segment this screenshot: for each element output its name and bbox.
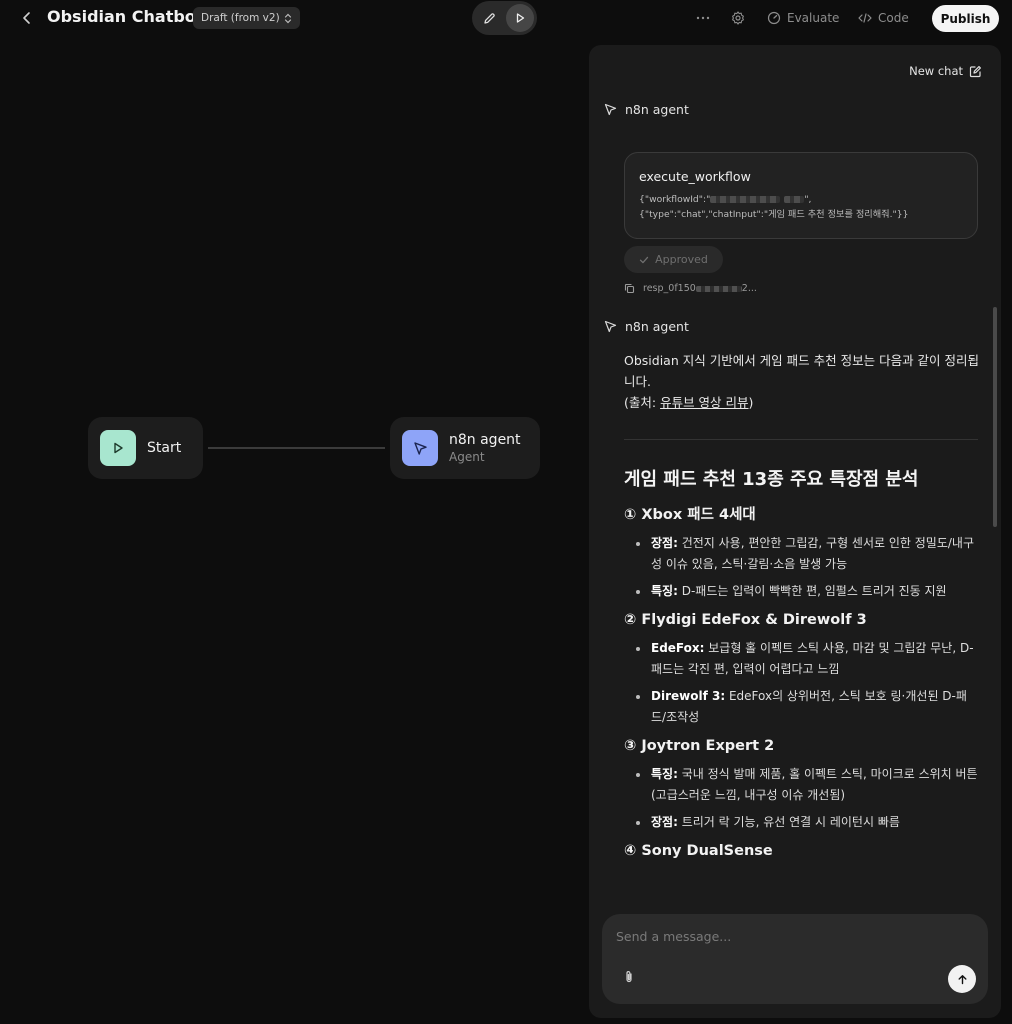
start-node-icon: [100, 430, 136, 466]
new-chat-button[interactable]: New chat: [909, 64, 982, 78]
list-item-label: 장점:: [651, 536, 678, 550]
answer-heading: 게임 패드 추천 13종 주요 특장점 분석: [624, 469, 919, 490]
agent-node[interactable]: n8n agent Agent: [390, 417, 540, 479]
answer-source: (출처: 유튜브 영상 리뷰): [624, 395, 754, 410]
attach-button[interactable]: [620, 968, 638, 986]
settings-button[interactable]: [728, 8, 748, 28]
section-heading: ③ Joytron Expert 2: [624, 738, 775, 754]
version-select[interactable]: Draft (from v2): [193, 7, 300, 29]
tool-args-line-2: {"type":"chat","chatInput":"게임 패드 추천 정보를…: [639, 209, 909, 220]
section-heading: ② Flydigi EdeFox & Direwolf 3: [624, 612, 867, 628]
code-label: Code: [878, 11, 909, 25]
list-item-text: 국내 정식 발매 제품, 홀 이펙트 스틱, 마이크로 스위치 버튼(고급스러운…: [651, 767, 978, 802]
ellipsis-icon: [696, 16, 710, 20]
version-label: Draft (from v2): [201, 12, 280, 24]
list-item: 장점: 건전지 사용, 편안한 그립감, 구형 센서로 인한 정밀도/내구성 이…: [624, 533, 980, 575]
more-button[interactable]: [693, 8, 713, 28]
code-icon: [858, 13, 872, 23]
new-chat-label: New chat: [909, 64, 963, 78]
code-button[interactable]: Code: [858, 8, 909, 28]
gear-icon: [732, 11, 744, 25]
workflow-title[interactable]: Obsidian Chatbot: [47, 7, 203, 26]
list-item-label: 특징:: [651, 767, 678, 781]
agent-message-header: n8n agent: [604, 319, 689, 334]
list-item-text: 건전지 사용, 편안한 그립감, 구형 센서로 인한 정밀도/내구성 이슈 있음…: [651, 536, 975, 571]
paperclip-icon: [626, 971, 632, 983]
run-mode-button[interactable]: [506, 4, 534, 32]
pencil-icon: [483, 12, 495, 24]
tool-args-line-1: {"workflowId":" ",: [639, 194, 812, 205]
chat-fade: [589, 890, 989, 914]
back-button[interactable]: [17, 8, 37, 28]
start-node-title: Start: [147, 440, 182, 456]
redacted-workflow-id-tail: [784, 196, 805, 203]
mode-toggle: [472, 1, 537, 35]
response-id[interactable]: resp_0f150 2...: [624, 283, 757, 294]
agent-name: n8n agent: [625, 102, 689, 117]
list-item: 장점: 트리거 락 기능, 유선 연결 시 레이턴시 빠름: [624, 812, 980, 833]
tool-call-args: {"workflowId":" ", {"type":"chat","chatIn…: [639, 192, 963, 222]
edit-mode-button[interactable]: [475, 4, 503, 32]
list-item: 특징: 국내 정식 발매 제품, 홀 이펙트 스틱, 마이크로 스위치 버튼(고…: [624, 764, 980, 806]
answer-intro: Obsidian 지식 기반에서 게임 패드 추천 정보는 다음과 같이 정리됩…: [624, 350, 980, 413]
agent-node-subtitle: Agent: [449, 450, 485, 464]
cursor-arrow-icon: [604, 320, 617, 333]
agent-message-header: n8n agent: [604, 102, 689, 117]
agent-name: n8n agent: [625, 319, 689, 334]
chevron-updown-icon: [284, 13, 291, 23]
chat-scrollbar[interactable]: [993, 307, 997, 527]
gauge-icon: [767, 11, 781, 25]
chevron-left-icon: [23, 12, 30, 24]
send-button[interactable]: [948, 965, 976, 993]
list-item: Direwolf 3: EdeFox의 상위버전, 스틱 보호 링·개선된 D-…: [624, 686, 980, 728]
start-node[interactable]: Start: [88, 417, 203, 479]
tool-call-card[interactable]: execute_workflow {"workflowId":" ", {"typ…: [624, 152, 978, 239]
tool-call-name: execute_workflow: [639, 169, 751, 184]
answer-markdown: 게임 패드 추천 13종 주요 특장점 분석 ① Xbox 패드 4세대장점: …: [624, 464, 980, 863]
chat-panel: New chat n8n agent execute_workflow {"wo…: [589, 45, 1001, 1018]
evaluate-label: Evaluate: [787, 11, 840, 25]
publish-button[interactable]: Publish: [932, 5, 999, 32]
agent-node-icon: [402, 430, 438, 466]
evaluate-button[interactable]: Evaluate: [767, 8, 839, 28]
section-heading: ④ Sony DualSense: [624, 843, 773, 859]
approved-label: Approved: [655, 253, 708, 266]
arrow-up-icon: [958, 974, 966, 984]
list-item: EdeFox: 보급형 홀 이펙트 스틱 사용, 마감 및 그립감 무난, D-…: [624, 638, 980, 680]
list-item-label: 특징:: [651, 584, 678, 598]
cursor-arrow-icon: [413, 441, 427, 455]
edit-square-icon: [969, 65, 981, 77]
play-icon: [516, 13, 525, 23]
copy-icon: [624, 283, 635, 294]
section-list: 특징: 국내 정식 발매 제품, 홀 이펙트 스틱, 마이크로 스위치 버튼(고…: [624, 764, 980, 833]
top-bar: Obsidian Chatbot Draft (from v2) Evaluat…: [0, 0, 1012, 36]
agent-node-title: n8n agent: [449, 432, 521, 448]
message-input[interactable]: [616, 926, 966, 946]
cursor-arrow-icon: [604, 103, 617, 116]
section-list: EdeFox: 보급형 홀 이펙트 스틱 사용, 마감 및 그립감 무난, D-…: [624, 638, 980, 728]
section-list: 장점: 건전지 사용, 편안한 그립감, 구형 센서로 인한 정밀도/내구성 이…: [624, 533, 980, 602]
play-icon: [114, 442, 123, 454]
list-item-label: EdeFox:: [651, 641, 705, 655]
approved-status: Approved: [624, 246, 723, 273]
list-item-text: D-패드는 입력이 빡빡한 편, 임펄스 트리거 진동 지원: [677, 584, 947, 598]
connection-edge: [208, 447, 385, 449]
list-item-text: 트리거 락 기능, 유선 연결 시 레이턴시 빠름: [677, 815, 900, 829]
list-item-label: Direwolf 3:: [651, 689, 726, 703]
list-item-label: 장점:: [651, 815, 678, 829]
redacted-response-id: [695, 285, 742, 292]
check-icon: [639, 256, 649, 263]
redacted-workflow-id: [710, 196, 781, 203]
answer-divider: [624, 439, 978, 440]
message-composer: [602, 914, 988, 1004]
source-link[interactable]: 유튜브 영상 리뷰: [660, 395, 748, 410]
list-item: 특징: D-패드는 입력이 빡빡한 편, 임펄스 트리거 진동 지원: [624, 581, 980, 602]
section-heading: ① Xbox 패드 4세대: [624, 507, 756, 523]
answer-intro-text: Obsidian 지식 기반에서 게임 패드 추천 정보는 다음과 같이 정리됩…: [624, 353, 980, 389]
